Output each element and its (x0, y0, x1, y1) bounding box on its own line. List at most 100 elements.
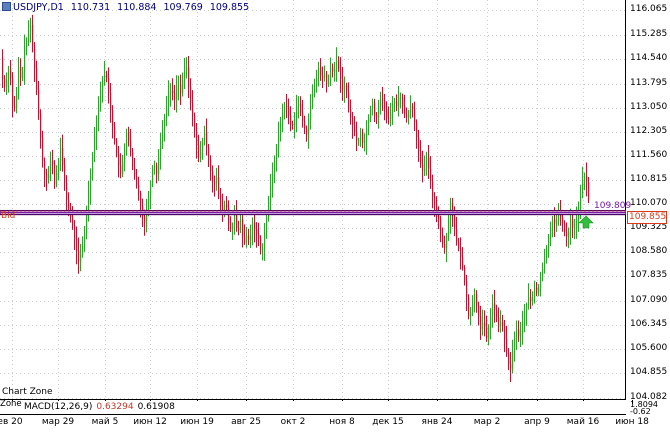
grid-dot (400, 156, 401, 157)
grid-dot (616, 276, 617, 277)
grid-dot (520, 204, 521, 205)
grid-dot (4, 132, 5, 133)
grid-dot (437, 300, 438, 301)
price-chart[interactable] (0, 0, 626, 400)
candle-body (460, 248, 462, 258)
grid-dot (16, 325, 17, 326)
grid-dot (84, 276, 85, 277)
grid-dot (36, 180, 37, 181)
grid-dot (152, 252, 153, 253)
grid-dot (348, 132, 349, 133)
grid-dot (48, 252, 49, 253)
grid-dot (500, 228, 501, 229)
grid-dot (293, 368, 294, 369)
grid-dot (112, 204, 113, 205)
grid-dot (120, 132, 121, 133)
grid-dot (44, 156, 45, 157)
grid-dot (487, 316, 488, 317)
grid-dot (246, 60, 247, 61)
grid-dot (58, 280, 59, 281)
grid-dot (468, 325, 469, 326)
grid-dot (293, 172, 294, 173)
grid-dot (36, 108, 37, 109)
grid-dot (164, 35, 165, 36)
grid-dot (150, 240, 151, 241)
grid-dot (342, 44, 343, 45)
grid-dot (105, 180, 106, 181)
grid-dot (348, 10, 349, 11)
grid-dot (96, 180, 97, 181)
grid-dot (340, 228, 341, 229)
grid-dot (624, 228, 625, 229)
grid-dot (280, 10, 281, 11)
grid-dot (420, 301, 421, 302)
grid-dot (612, 84, 613, 85)
grid-dot (124, 373, 125, 374)
grid-dot (176, 59, 177, 60)
grid-dot (268, 252, 269, 253)
grid-dot (246, 36, 247, 37)
grid-dot (252, 349, 253, 350)
grid-dot (583, 256, 584, 257)
grid-dot (488, 204, 489, 205)
grid-dot (624, 301, 625, 302)
grid-dot (508, 398, 509, 399)
grid-dot (412, 156, 413, 157)
grid-dot (293, 332, 294, 333)
grid-dot (293, 68, 294, 69)
grid-dot (72, 398, 73, 399)
grid-dot (380, 252, 381, 253)
grid-dot (540, 252, 541, 253)
grid-dot (580, 325, 581, 326)
grid-dot (284, 301, 285, 302)
grid-dot (360, 10, 361, 11)
grid-dot (105, 376, 106, 377)
grid-dot (256, 132, 257, 133)
grid-dot (484, 276, 485, 277)
grid-dot (332, 132, 333, 133)
grid-dot (280, 349, 281, 350)
grid-dot (4, 108, 5, 109)
grid-dot (324, 204, 325, 205)
grid-dot (576, 10, 577, 11)
grid-dot (537, 124, 538, 125)
candle-body (180, 84, 182, 94)
grid-dot (456, 132, 457, 133)
grid-dot (100, 180, 101, 181)
grid-dot (88, 301, 89, 302)
grid-dot (224, 276, 225, 277)
grid-dot (44, 108, 45, 109)
grid-dot (228, 108, 229, 109)
grid-dot (537, 392, 538, 393)
grid-dot (293, 236, 294, 237)
grid-dot (537, 208, 538, 209)
grid-dot (150, 156, 151, 157)
grid-dot (276, 180, 277, 181)
grid-dot (352, 228, 353, 229)
grid-dot (156, 35, 157, 36)
grid-dot (340, 325, 341, 326)
candle-body (586, 176, 588, 183)
grid-dot (396, 349, 397, 350)
grid-dot (105, 156, 106, 157)
grid-dot (100, 349, 101, 350)
high-value: 110.884 (117, 2, 157, 13)
grid-dot (516, 228, 517, 229)
grid-dot (560, 59, 561, 60)
price-axis-label: 115.285 (630, 29, 668, 39)
grid-dot (56, 252, 57, 253)
grid-dot (440, 132, 441, 133)
grid-dot (76, 301, 77, 302)
grid-dot (460, 132, 461, 133)
grid-dot (496, 301, 497, 302)
grid-dot (487, 152, 488, 153)
grid-dot (304, 325, 305, 326)
grid-dot (537, 84, 538, 85)
grid-dot (540, 373, 541, 374)
grid-dot (552, 35, 553, 36)
grid-dot (12, 280, 13, 281)
grid-dot (392, 35, 393, 36)
grid-dot (197, 180, 198, 181)
grid-dot (596, 59, 597, 60)
grid-dot (424, 398, 425, 399)
